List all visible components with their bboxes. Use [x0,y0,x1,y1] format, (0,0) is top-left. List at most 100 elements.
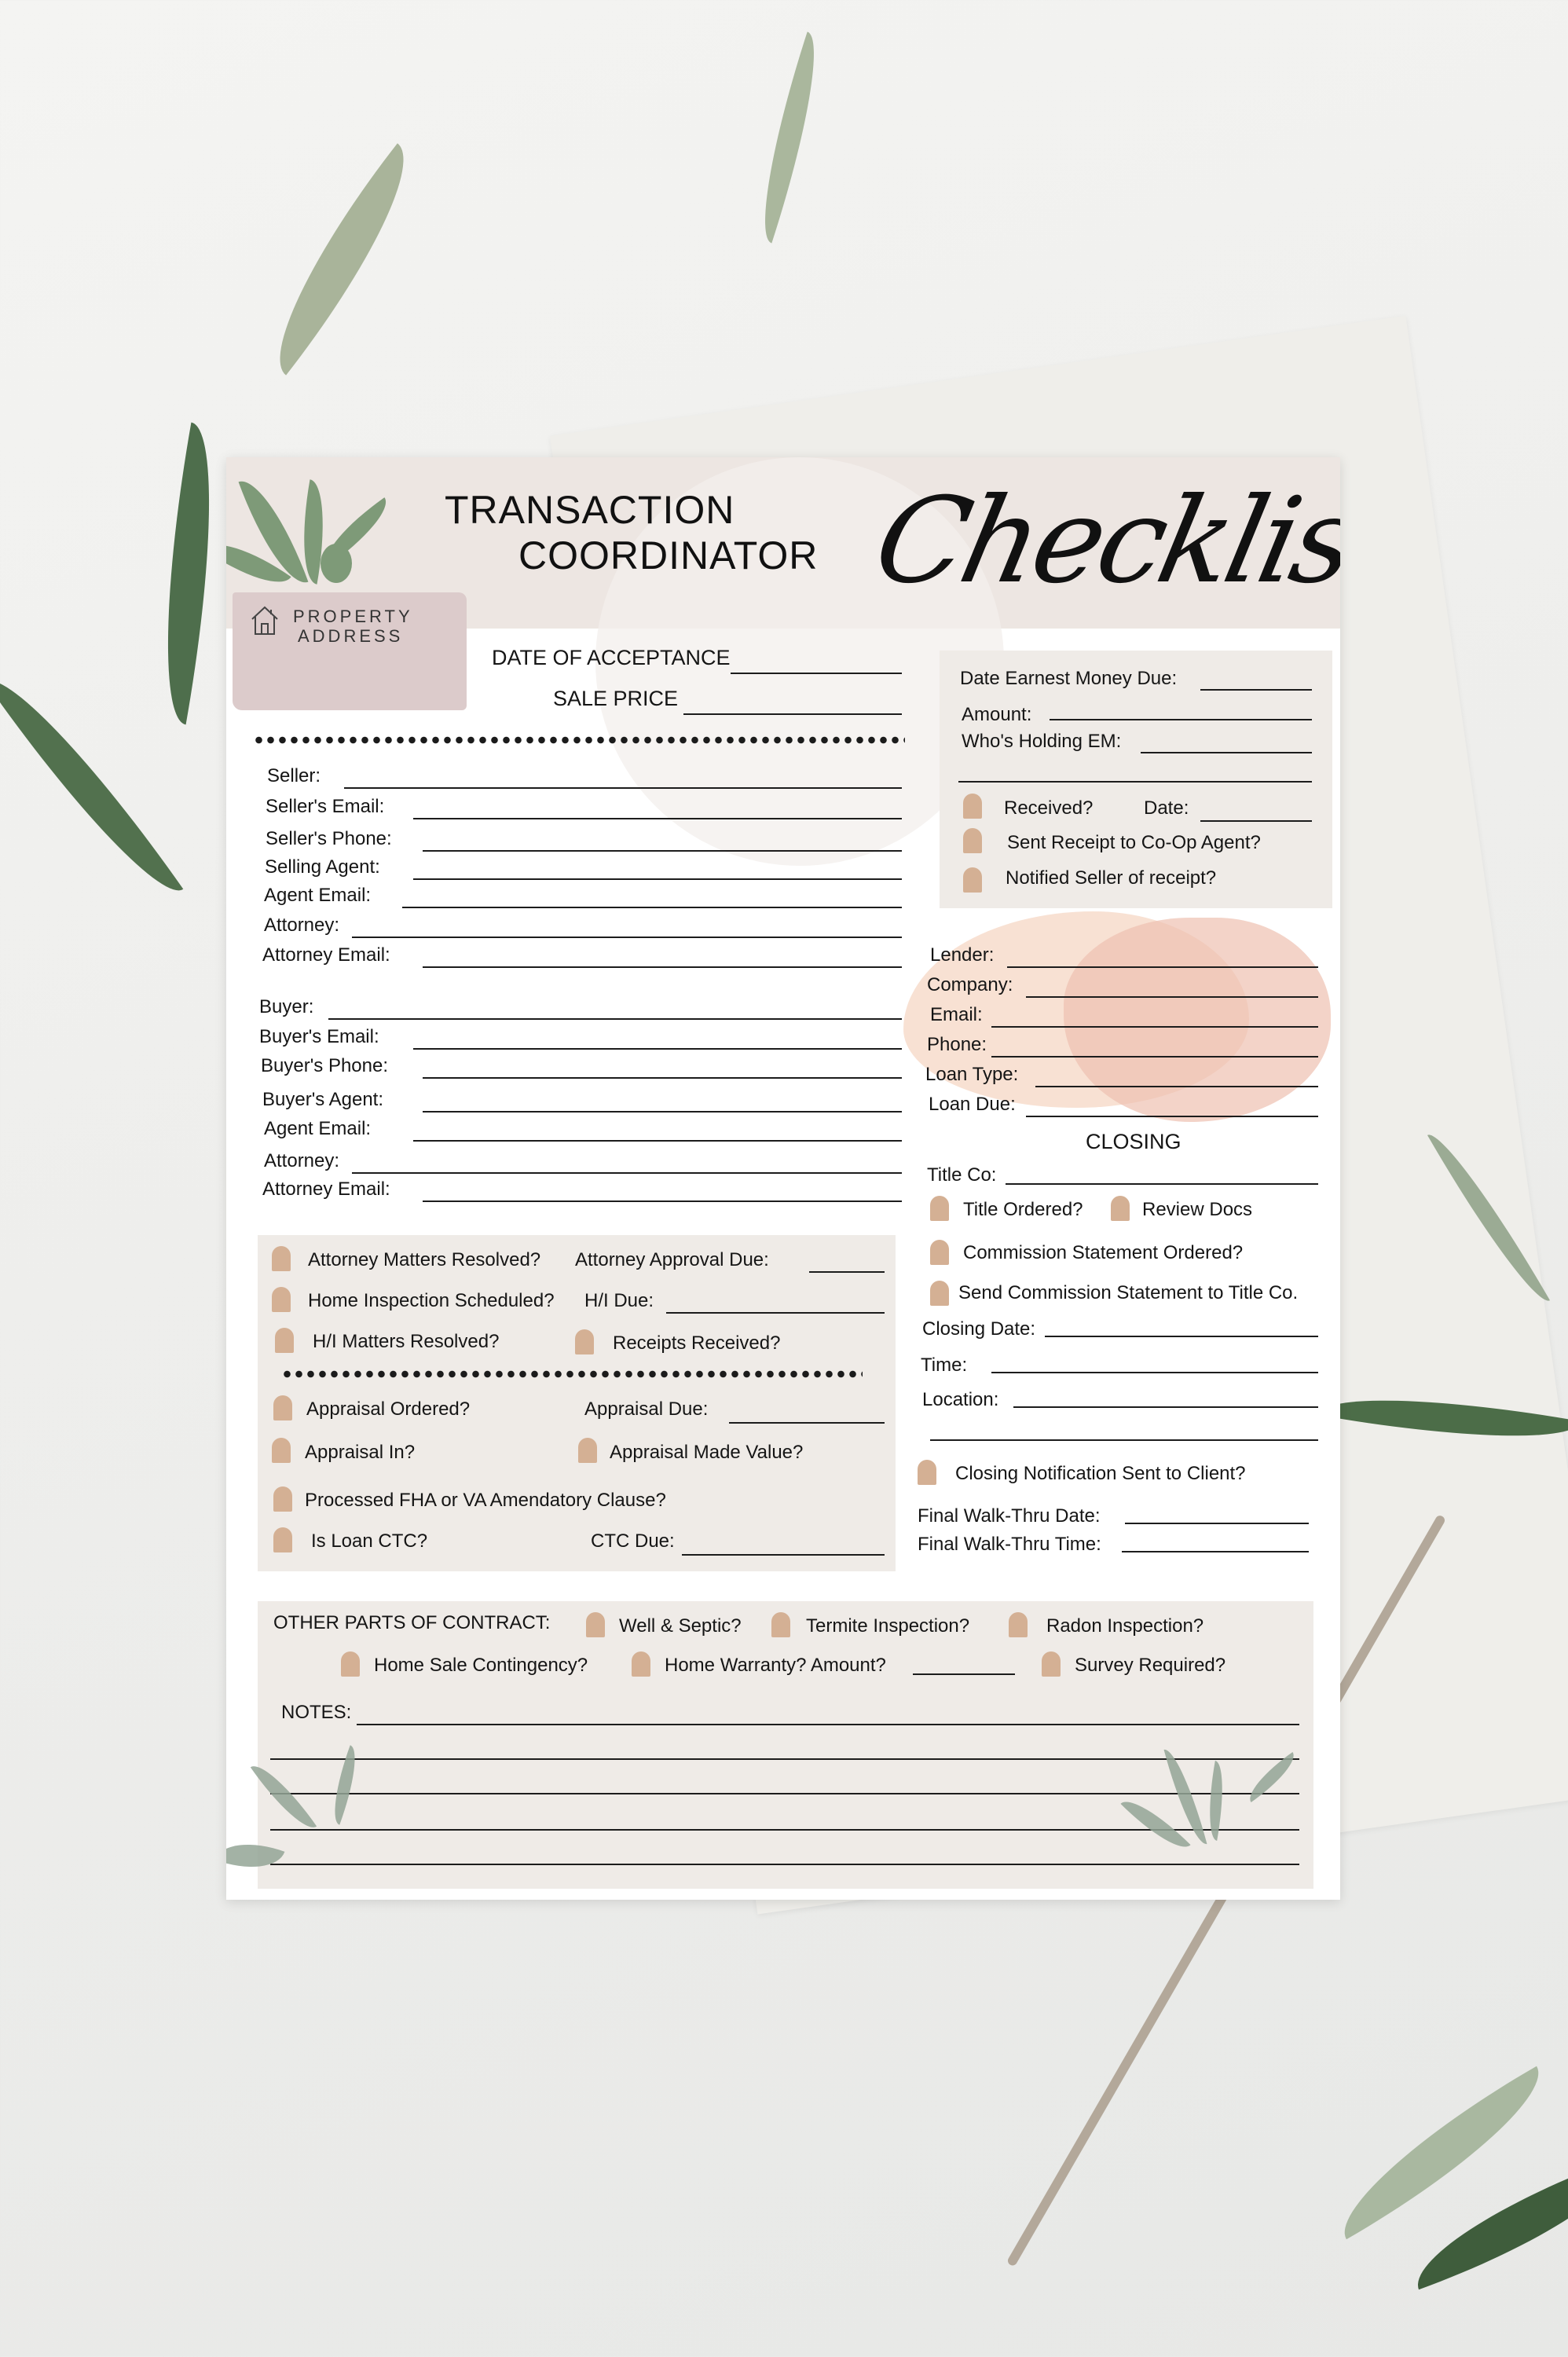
seller-row-label: Attorney: [264,915,340,936]
sent-receipt-checkbox[interactable] [963,828,982,853]
em-holder-label: Who's Holding EM: [962,731,1122,752]
send-commission-checkbox[interactable] [930,1281,949,1306]
em-date-due-field[interactable] [1200,689,1312,691]
closing-extra-field[interactable] [930,1439,1318,1441]
lender-row-field[interactable] [1035,1086,1318,1087]
loan-ctc-checkbox[interactable] [273,1527,292,1552]
notes-line-3[interactable] [270,1793,1299,1794]
seller-row-field[interactable] [423,966,902,968]
lender-row-field[interactable] [991,1026,1318,1028]
walk-thru-date-field[interactable] [1125,1523,1309,1524]
inspection-scheduled-checkbox[interactable] [272,1287,291,1312]
survey-label: Survey Required? [1075,1655,1226,1676]
buyer-row-field[interactable] [423,1077,902,1079]
lender-row-label: Email: [930,1004,983,1025]
em-amount-field[interactable] [1050,719,1312,720]
warranty-checkbox[interactable] [632,1651,650,1677]
seller-row-field[interactable] [413,818,902,819]
buyer-row-field[interactable] [423,1111,902,1113]
lender-row-label: Company: [927,974,1013,995]
well-septic-checkbox[interactable] [586,1612,605,1637]
closing-location-label: Location: [922,1389,999,1410]
notified-seller-checkbox[interactable] [963,867,982,893]
sale-price-label: SALE PRICE [553,687,679,710]
well-septic-label: Well & Septic? [619,1615,742,1637]
closing-notification-checkbox[interactable] [918,1460,936,1485]
em-extra-field[interactable] [958,781,1312,783]
date-of-acceptance-field[interactable] [731,673,902,674]
em-date-field[interactable] [1200,820,1312,822]
title-ordered-label: Title Ordered? [963,1199,1083,1220]
walk-thru-date-label: Final Walk-Thru Date: [918,1505,1101,1527]
ctc-due-label: CTC Due: [591,1530,675,1552]
ctc-due-field[interactable] [682,1554,885,1556]
house-icon [251,606,278,635]
seller-row-field[interactable] [413,878,902,880]
title-co-field[interactable] [1006,1183,1318,1185]
notes-line-1[interactable] [357,1724,1299,1725]
dotted-divider [253,736,905,744]
home-sale-checkbox[interactable] [341,1651,360,1677]
title-coordinator: COORDINATOR [518,533,819,577]
lender-row-field[interactable] [1026,1116,1318,1117]
appraisal-due-field[interactable] [729,1422,885,1424]
em-received-checkbox[interactable] [963,794,982,819]
seller-row-field[interactable] [344,787,902,789]
survey-checkbox[interactable] [1042,1651,1061,1677]
walk-thru-time-field[interactable] [1122,1551,1309,1552]
buyer-row-label: Buyer's Agent: [262,1089,384,1110]
hi-due-label: H/I Due: [584,1290,654,1311]
notes-line-5[interactable] [270,1864,1299,1865]
appraisal-in-checkbox[interactable] [272,1438,291,1463]
commission-ordered-checkbox[interactable] [930,1240,949,1265]
fha-va-checkbox[interactable] [273,1486,292,1512]
notes-line-2[interactable] [270,1758,1299,1760]
closing-location-field[interactable] [1013,1406,1318,1408]
review-docs-checkbox[interactable] [1111,1196,1130,1221]
buyer-row-label: Attorney: [264,1150,340,1171]
buyer-row-label: Attorney Email: [262,1178,390,1200]
appraisal-ordered-checkbox[interactable] [273,1395,292,1420]
attorney-due-label: Attorney Approval Due: [575,1249,769,1270]
olive-leaf-decoration [242,143,441,376]
warranty-label: Home Warranty? Amount? [665,1655,886,1676]
termite-checkbox[interactable] [771,1612,790,1637]
hi-due-field[interactable] [666,1312,885,1314]
em-date-due-label: Date Earnest Money Due: [960,668,1178,689]
closing-time-field[interactable] [991,1372,1318,1373]
title-ordered-checkbox[interactable] [930,1196,949,1221]
lender-row-label: Phone: [927,1034,987,1055]
seller-row-label: Seller: [267,765,321,786]
attorney-resolved-checkbox[interactable] [272,1246,291,1271]
closing-heading: CLOSING [1086,1130,1181,1153]
attorney-due-field[interactable] [809,1271,885,1273]
receipts-checkbox[interactable] [575,1329,594,1354]
buyer-row-field[interactable] [413,1140,902,1142]
notes-label: NOTES: [281,1702,352,1723]
plant-leaf-icon [321,544,352,583]
sale-price-field[interactable] [683,713,902,715]
script-title-checklist: Checklist [863,473,1340,610]
appraisal-value-checkbox[interactable] [578,1438,597,1463]
warranty-amount-field[interactable] [913,1673,1015,1675]
em-holder-field[interactable] [1141,752,1312,753]
closing-date-field[interactable] [1045,1336,1318,1337]
hi-resolved-checkbox[interactable] [275,1328,294,1353]
buyer-row-field[interactable] [352,1172,902,1174]
radon-label: Radon Inspection? [1046,1615,1204,1637]
em-received-label: Received? [1004,797,1094,819]
closing-notification-label: Closing Notification Sent to Client? [955,1463,1246,1484]
lender-row-field[interactable] [1007,966,1318,968]
buyer-row-field[interactable] [413,1048,902,1050]
buyer-row-field[interactable] [423,1200,902,1202]
lender-row-field[interactable] [1026,996,1318,998]
seller-row-field[interactable] [402,907,902,908]
seller-row-field[interactable] [352,937,902,938]
seller-row-label: Seller's Phone: [266,828,392,849]
property-address-label: PROPERTY ADDRESS [293,607,413,646]
notes-line-4[interactable] [270,1829,1299,1831]
buyer-row-field[interactable] [328,1018,902,1020]
lender-row-field[interactable] [991,1056,1318,1058]
radon-checkbox[interactable] [1009,1612,1028,1637]
seller-row-field[interactable] [423,850,902,852]
